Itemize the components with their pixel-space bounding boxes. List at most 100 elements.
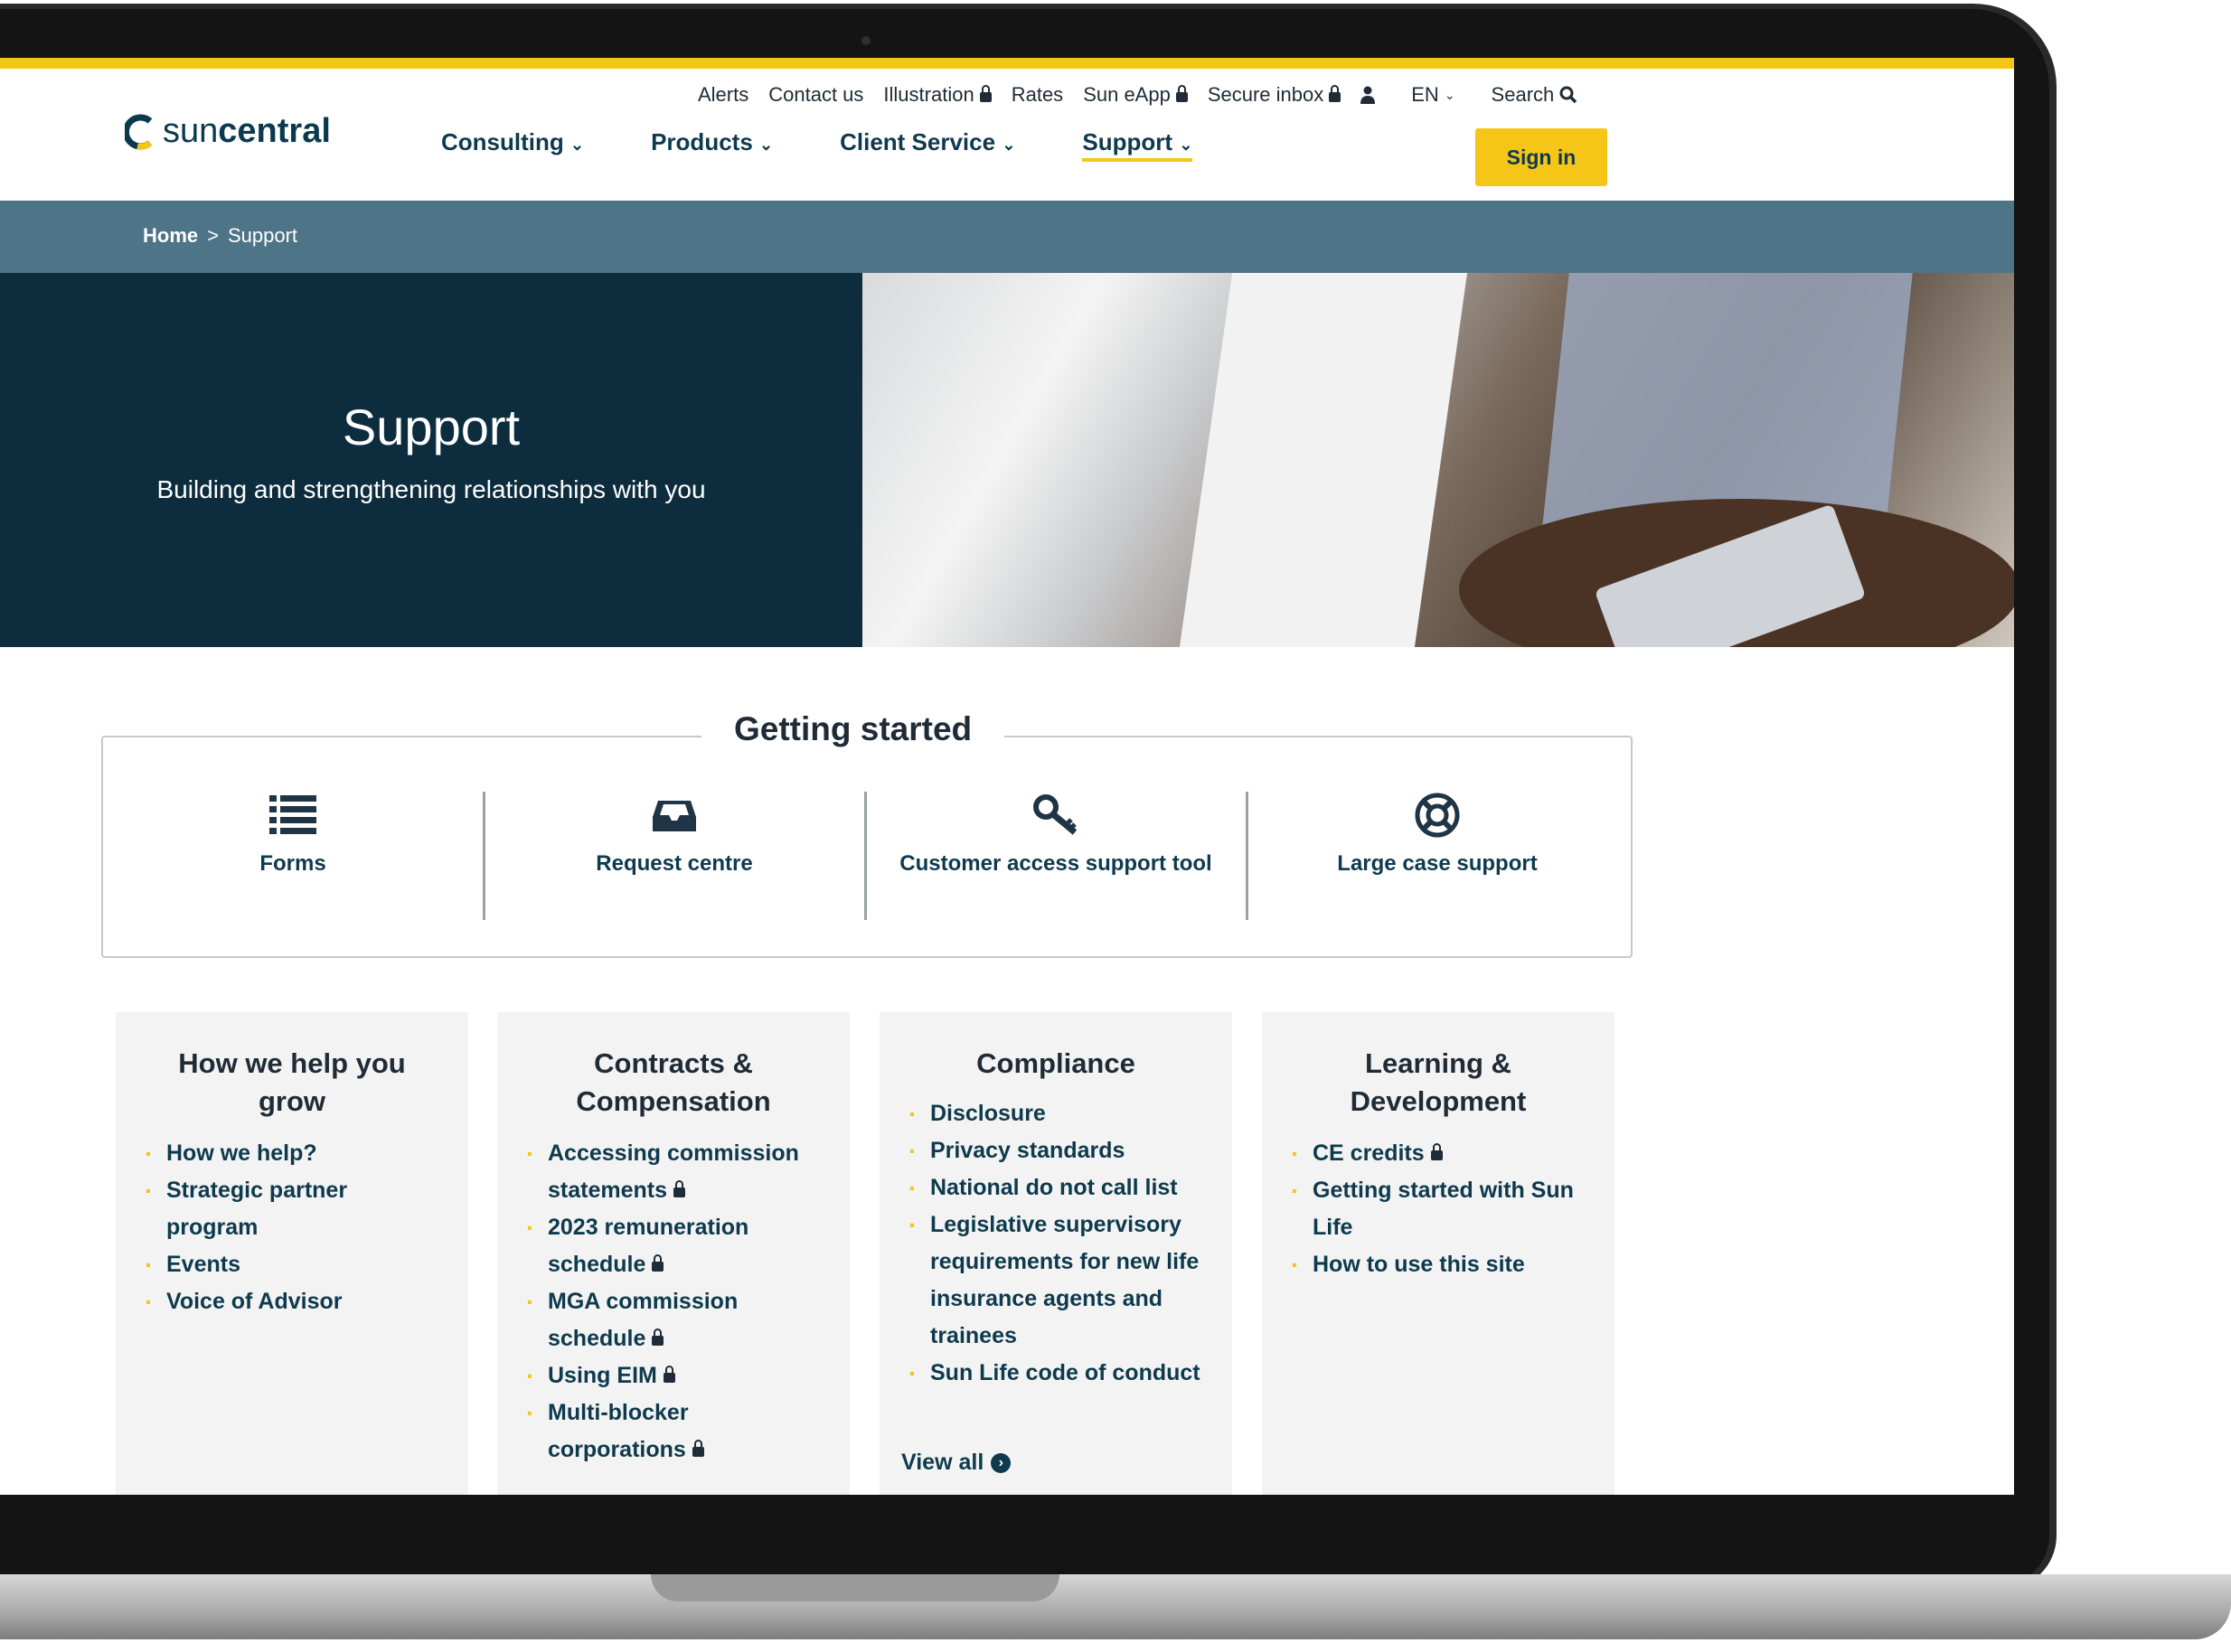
browser-viewport: Alerts Contact us Illustration Rates Sun… [0,58,2014,1495]
list-item-label: CE credits [1313,1140,1425,1166]
key-icon [866,788,1246,842]
laptop-base [0,1574,2231,1639]
chevron-down-icon: ⌄ [1002,136,1016,154]
list-item[interactable]: Privacy standards [908,1132,1232,1169]
card-title: How we help you grow [178,1047,406,1117]
list-item[interactable]: Getting started with Sun Life [1291,1172,1614,1246]
list-item[interactable]: Events [145,1246,468,1283]
card-compliance: Compliance Disclosure Privacy standards … [880,1012,1232,1495]
list-item[interactable]: Strategic partner program [145,1172,468,1246]
list-item[interactable]: CE credits [1291,1135,1614,1172]
inbox-icon [485,788,864,842]
list-item-label: MGA commission schedule [548,1289,739,1351]
list-item[interactable]: Using EIM [526,1357,850,1394]
list-item[interactable]: National do not call list [908,1169,1232,1206]
list-item-label: Multi-blocker corporations [548,1400,689,1462]
illustration-link[interactable]: Illustration [883,83,992,107]
customer-access-support-tool-label: Customer access support tool [899,851,1212,876]
nav-products[interactable]: Products ⌄ [651,128,773,162]
card-links: How we help? Strategic partner program E… [116,1135,468,1320]
nav-client-service-label: Client Service [840,128,996,155]
request-centre-label: Request centre [596,851,753,876]
lock-icon [652,1254,664,1272]
large-case-support-link[interactable]: Large case support [1247,788,1627,877]
lock-icon [1175,85,1188,102]
suncentral-logo[interactable]: suncentral [125,112,331,151]
photo-wall-panel [1179,273,1468,647]
sun-eapp-label: Sun eApp [1083,83,1171,106]
card-learning-development: Learning & Development CE credits Gettin… [1262,1012,1614,1495]
contact-us-link[interactable]: Contact us [768,83,863,107]
hero-subtitle: Building and strengthening relationships… [156,475,706,503]
breadcrumb-separator: > [207,224,219,247]
rates-link[interactable]: Rates [1012,83,1063,107]
nav-support[interactable]: Support ⌄ [1082,128,1193,162]
lock-icon [1430,1143,1443,1160]
lock-icon [673,1180,685,1197]
webcam [861,36,871,45]
list-item[interactable]: Sun Life code of conduct [908,1355,1232,1392]
search-button[interactable]: Search [1492,83,1578,107]
list-item[interactable]: 2023 remuneration schedule [526,1209,850,1283]
accent-bar [0,58,2014,69]
nav-consulting-label: Consulting [441,128,564,155]
secure-inbox-label: Secure inbox [1207,83,1324,106]
forms-link[interactable]: Forms [103,788,483,877]
logo-text-prefix: sun [163,112,219,150]
lock-icon [1329,85,1341,102]
breadcrumb: Home > Support [0,201,2014,273]
arrow-right-icon: › [991,1452,1012,1473]
utility-nav: Alerts Contact us Illustration Rates Sun… [698,83,1577,107]
list-item[interactable]: MGA commission schedule [526,1283,850,1357]
view-all-label: View all [901,1450,984,1475]
laptop-hinge-notch [651,1574,1059,1601]
card-title: Learning & Development [1350,1047,1527,1117]
getting-started-panel: Forms Request centre Customer access sup… [101,736,1633,958]
chevron-down-icon: ⌄ [1444,87,1455,102]
language-select[interactable]: EN ⌄ [1411,83,1454,107]
nav-products-label: Products [651,128,753,155]
list-item[interactable]: How we help? [145,1135,468,1172]
list-item[interactable]: How to use this site [1291,1246,1614,1283]
sun-eapp-link[interactable]: Sun eApp [1083,83,1188,107]
hero-text-panel: Support Building and strengthening relat… [0,273,862,647]
card-links: CE credits Getting started with Sun Life… [1262,1135,1614,1283]
list-icon [103,788,483,842]
breadcrumb-current: Support [227,224,298,247]
list-item[interactable]: Disclosure [908,1095,1232,1132]
language-label: EN [1411,83,1439,106]
card-how-we-help: How we help you grow How we help? Strate… [116,1012,468,1495]
request-centre-link[interactable]: Request centre [485,788,864,877]
list-item[interactable]: Voice of Advisor [145,1283,468,1320]
getting-started-title: Getting started [701,710,1005,748]
user-profile-button[interactable] [1360,83,1376,107]
list-item[interactable]: Multi-blocker corporations [526,1394,850,1469]
nav-consulting[interactable]: Consulting ⌄ [441,128,584,162]
list-item[interactable]: Accessing commission statements [526,1135,850,1209]
card-links: Accessing commission statements 2023 rem… [497,1135,850,1469]
alerts-link[interactable]: Alerts [698,83,748,107]
breadcrumb-home[interactable]: Home [143,224,198,248]
search-label: Search [1491,83,1555,106]
view-all-link[interactable]: View all › [901,1450,1012,1476]
chevron-down-icon: ⌄ [759,136,774,154]
sign-in-button[interactable]: Sign in [1475,128,1607,186]
list-item[interactable]: Legislative supervisory requirements for… [908,1206,1232,1355]
list-item-label: 2023 remuneration schedule [548,1215,749,1277]
lock-icon [663,1366,675,1383]
card-links: Disclosure Privacy standards National do… [880,1095,1232,1392]
nav-support-label: Support [1082,128,1173,155]
logo-text-suffix: central [218,112,331,150]
logo-text: suncentral [163,112,331,151]
page-title: Support [342,399,521,455]
list-item-label: Using EIM [548,1363,657,1388]
nav-client-service[interactable]: Client Service ⌄ [840,128,1015,162]
customer-access-support-tool-link[interactable]: Customer access support tool [866,788,1246,877]
main-nav: Consulting ⌄ Products ⌄ Client Service ⌄… [441,128,1193,162]
chevron-down-icon: ⌄ [570,136,585,154]
forms-label: Forms [259,851,326,876]
user-icon [1360,86,1376,104]
secure-inbox-link[interactable]: Secure inbox [1208,83,1341,107]
chevron-down-icon: ⌄ [1179,136,1193,154]
life-ring-icon [1247,788,1627,842]
